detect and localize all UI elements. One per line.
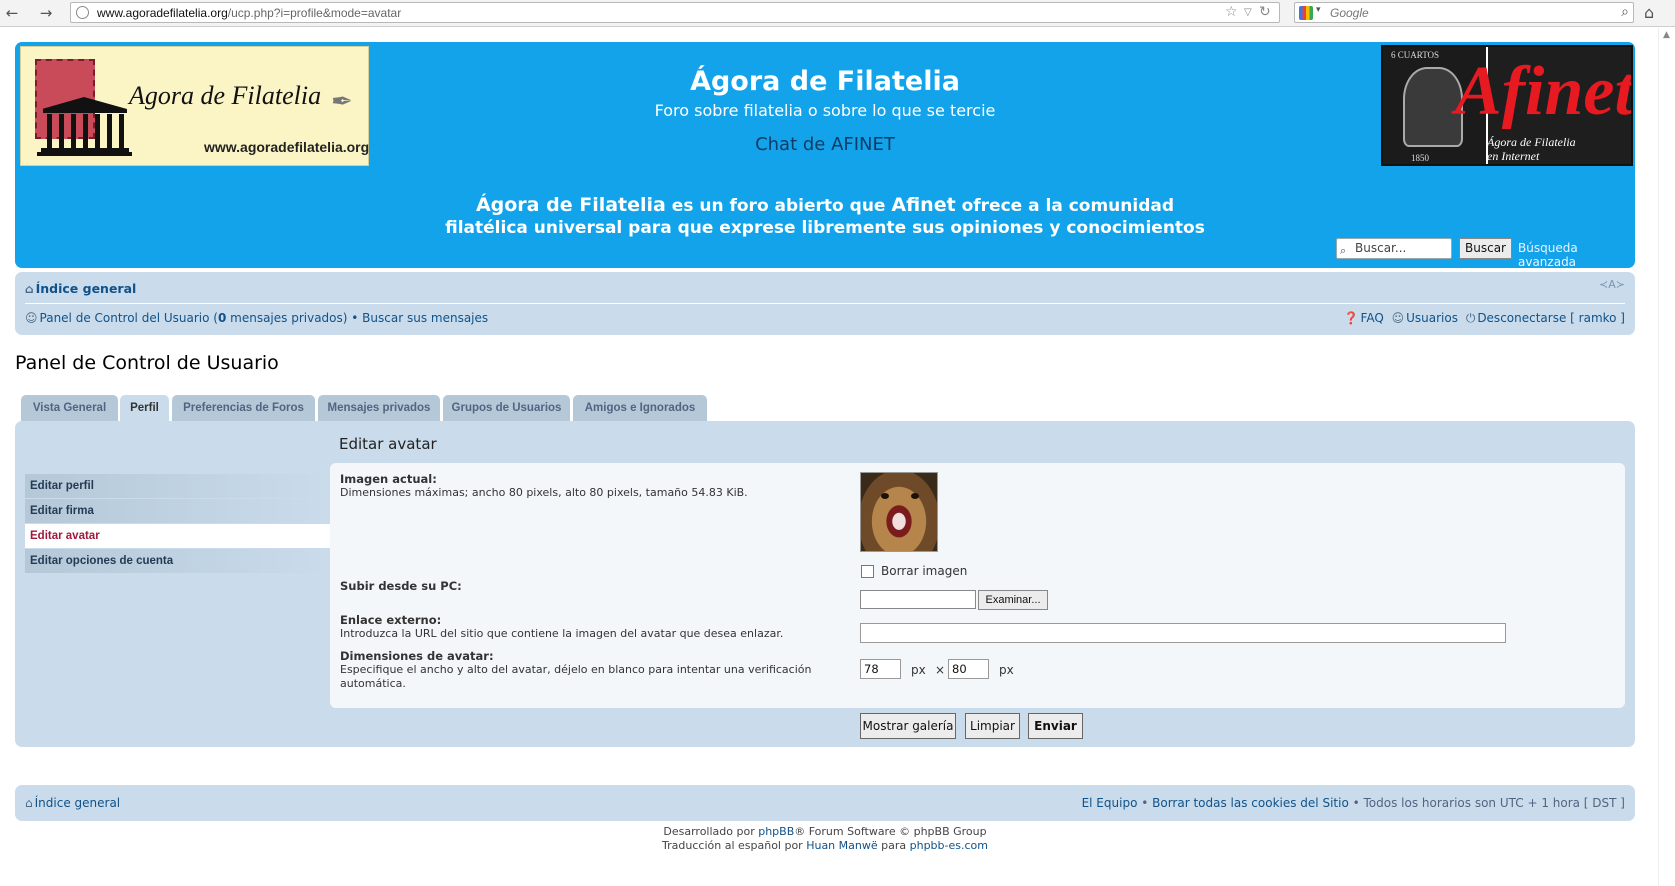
users-icon: ☺ [1391, 311, 1405, 325]
portrait-icon [1403, 67, 1463, 147]
browser-toolbar: ← → www.agoradefilatelia.org/ucp.php?i=p… [0, 0, 1675, 27]
tab-overview[interactable]: Vista General [21, 395, 118, 421]
tab-profile[interactable]: Perfil [120, 395, 169, 422]
menu-edit-avatar[interactable]: Editar avatar [25, 524, 330, 548]
url-text: www.agoradefilatelia.org/ucp.php?i=profi… [97, 6, 402, 20]
scroll-up-arrow-icon[interactable]: ▲ [1663, 30, 1670, 40]
menu-edit-signature[interactable]: Editar firma [25, 499, 330, 523]
user-links: ❓ FAQ ☺ Usuarios ⏻ Desconectarse [ ramko ] [1344, 311, 1625, 326]
index-link[interactable]: Índice general [36, 281, 137, 296]
star-icon[interactable]: ☆ [1225, 4, 1238, 20]
footer-links: El Equipo • Borrar todas las cookies del… [1081, 796, 1625, 810]
form-title: Editar avatar [339, 435, 437, 453]
logout-link[interactable]: Desconectarse [ ramko ] [1477, 311, 1625, 325]
avatar-form: Imagen actual: Dimensiones máximas; anch… [330, 463, 1625, 708]
ucp-links: ☺ Panel de Control del Usuario (0 mensaje… [25, 311, 489, 325]
current-image-row: Imagen actual: Dimensiones máximas; anch… [340, 472, 748, 499]
width-unit: px [911, 663, 926, 677]
delete-cookies-link[interactable]: Borrar todas las cookies del Sitio [1152, 796, 1349, 810]
times-sign: × [935, 663, 946, 677]
advanced-search-link[interactable]: Búsqueda avanzada [1518, 241, 1635, 269]
avatar-width-input[interactable]: 78 [860, 659, 901, 679]
home-icon: ⌂ [25, 796, 33, 810]
breadcrumb: ⌂ Índice general [25, 281, 136, 296]
footer-index-link[interactable]: Índice general [35, 796, 121, 810]
home-icon[interactable]: ⌂ [1644, 3, 1654, 22]
pm-link[interactable]: mensajes privados) [226, 311, 347, 325]
dimensions-row: Dimensiones de avatar: Especifique el an… [340, 649, 812, 690]
tab-private-messages[interactable]: Mensajes privados [318, 395, 440, 421]
search-messages-link[interactable]: Buscar sus mensajes [362, 311, 488, 325]
logo-subtitle: Ágora de Filatelia en Internet [1487, 135, 1576, 163]
magnifier-icon[interactable]: ⌕ [1621, 4, 1629, 20]
user-icon: ☺ [25, 311, 38, 325]
external-link-row: Enlace externo: Introduzca la URL del si… [340, 613, 784, 640]
height-unit: px [999, 663, 1014, 677]
avatar-image [860, 472, 938, 552]
phpbb-es-link[interactable]: phpbb-es.com [910, 839, 988, 852]
search-input[interactable]: ⌕ Buscar... [1336, 238, 1452, 259]
afinet-brand: Afinet [1455, 53, 1633, 130]
browse-button[interactable]: Examinar... [978, 590, 1048, 610]
dropdown-arrow-icon[interactable]: ▽ [1244, 7, 1252, 18]
globe-icon [76, 6, 89, 19]
tab-friends-foes[interactable]: Amigos e Ignorados [573, 395, 707, 421]
menu-edit-account[interactable]: Editar opciones de cuenta [25, 549, 330, 573]
forward-arrow-icon[interactable]: → [36, 3, 56, 23]
timezone-text: Todos los horarios son UTC + 1 hora [ DS… [1363, 796, 1625, 810]
power-icon: ⏻ [1465, 311, 1476, 325]
tab-usergroups[interactable]: Grupos de Usuarios [443, 395, 570, 421]
upload-file-input[interactable] [860, 590, 976, 609]
delete-image-label[interactable]: Borrar imagen [881, 564, 967, 578]
profile-menu: Editar perfil Editar firma Editar avatar… [25, 474, 330, 574]
upload-row: Subir desde su PC: [340, 579, 462, 593]
font-resize-control[interactable]: ≺A≻ [1599, 278, 1625, 291]
page-scrollbar[interactable]: ▲ [1658, 28, 1675, 886]
translator-link[interactable]: Huan Manwë [806, 839, 877, 852]
avatar-height-input[interactable]: 80 [948, 659, 989, 679]
home-icon: ⌂ [25, 282, 34, 296]
faq-icon: ❓ [1343, 311, 1359, 325]
menu-edit-profile[interactable]: Editar perfil [25, 474, 330, 498]
ucp-panel: Editar perfil Editar firma Editar avatar… [15, 421, 1635, 747]
footer-navbar: ⌂ Índice general El Equipo • Borrar todas… [15, 785, 1635, 821]
footer-breadcrumb: ⌂ Índice general [25, 796, 120, 810]
reset-button[interactable]: Limpiar [965, 713, 1020, 739]
ucp-link[interactable]: Panel de Control del Usuario [40, 311, 210, 325]
faq-link[interactable]: FAQ [1361, 311, 1384, 325]
phpbb-link[interactable]: phpBB [758, 825, 794, 838]
browser-search-bar[interactable]: ▾ Google ⌕ [1294, 2, 1634, 23]
site-tagline: Ágora de Filatelia es un foro abierto qu… [445, 194, 1205, 238]
site-header: Agora de Filatelia ✒ www.agoradefilateli… [15, 42, 1635, 269]
show-gallery-button[interactable]: Mostrar galería [860, 713, 956, 739]
external-url-input[interactable] [860, 623, 1506, 643]
address-bar[interactable]: www.agoradefilatelia.org/ucp.php?i=profi… [70, 2, 1280, 23]
chevron-down-icon[interactable]: ▾ [1316, 5, 1321, 15]
search-button[interactable]: Buscar [1459, 238, 1512, 259]
navbar: ⌂ Índice general ≺A≻ ☺ Panel de Control de… [15, 272, 1635, 335]
google-icon [1299, 6, 1313, 20]
search-icon: ⌕ [1340, 244, 1347, 257]
delete-image-checkbox[interactable] [861, 565, 874, 578]
afinet-logo[interactable]: 6 CUARTOS 1850 Afinet Ágora de Filatelia… [1381, 45, 1633, 166]
team-link[interactable]: El Equipo [1082, 796, 1138, 810]
search-engine-placeholder: Google [1330, 6, 1369, 20]
copyright: Desarrollado por phpBB® Forum Software ©… [662, 825, 988, 852]
users-link[interactable]: Usuarios [1406, 311, 1458, 325]
back-arrow-icon[interactable]: ← [2, 3, 22, 23]
tab-board-prefs[interactable]: Preferencias de Foros [172, 395, 315, 421]
page-title: Panel de Control de Usuario [15, 352, 279, 374]
navbar-divider [25, 303, 1625, 304]
submit-button[interactable]: Enviar [1028, 713, 1083, 739]
reload-icon[interactable]: ↻ [1259, 4, 1271, 20]
